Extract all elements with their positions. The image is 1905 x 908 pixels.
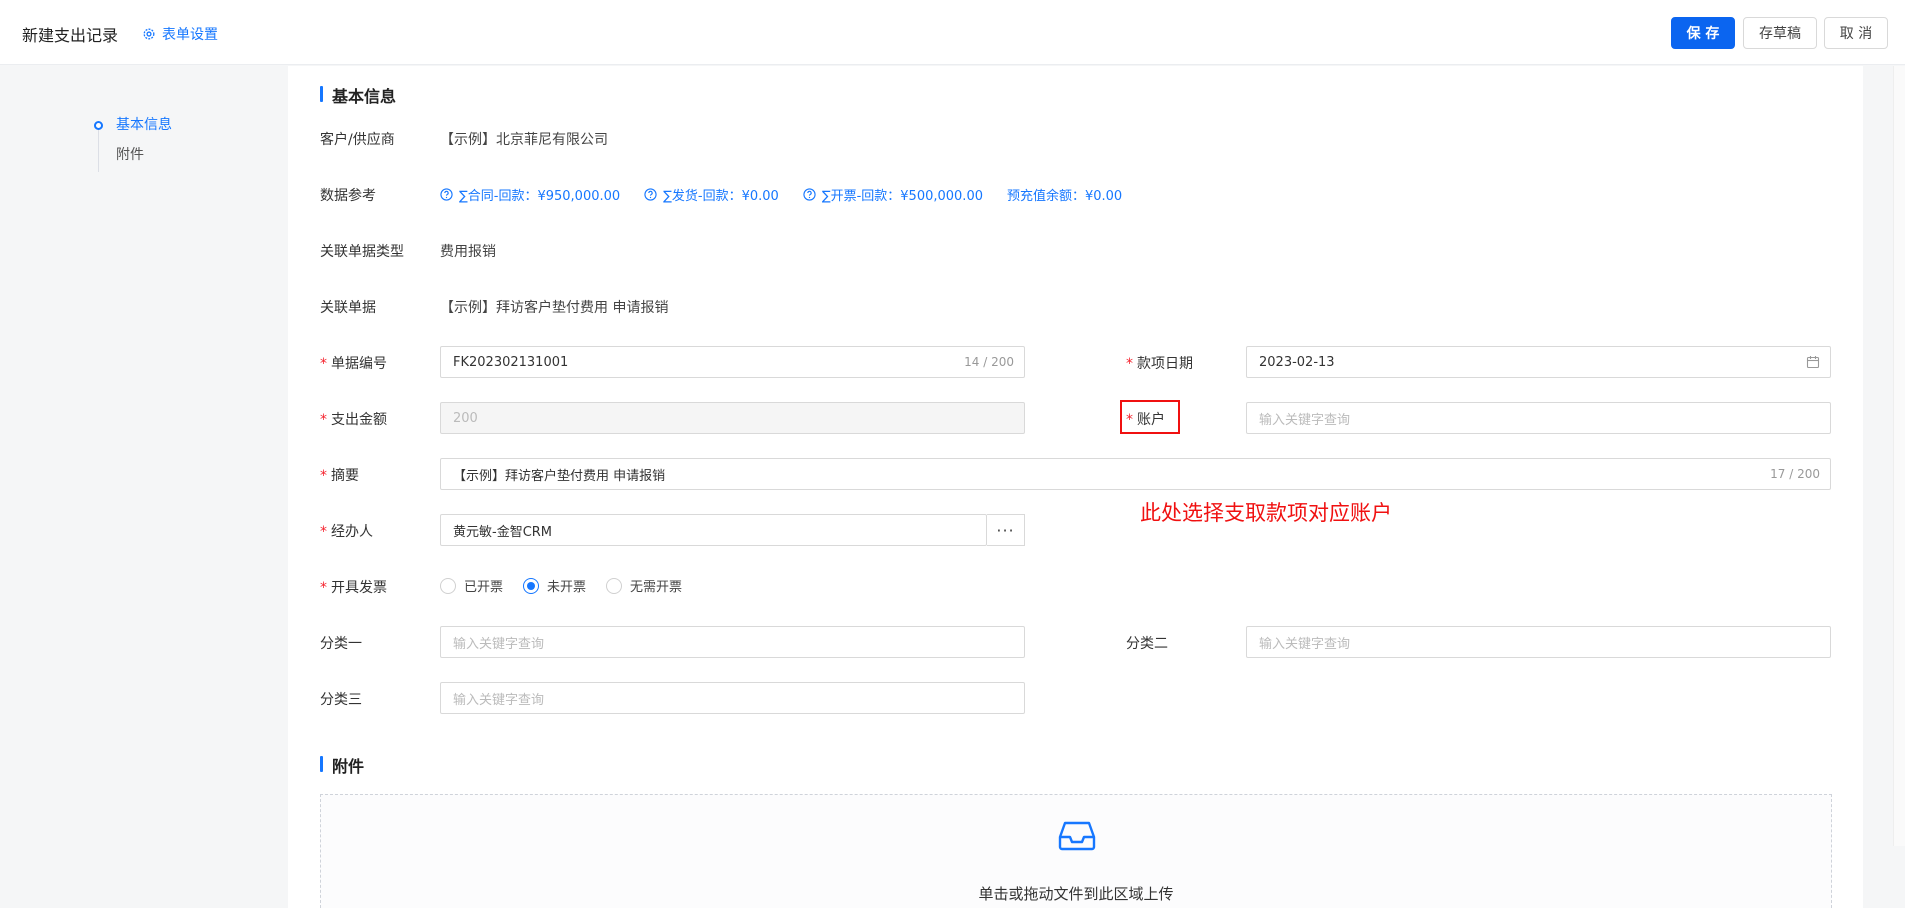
ref-link-text: ∑发货-回款：¥0.00 xyxy=(663,189,779,204)
summary-input[interactable]: 【示例】拜访客户垫付费用 申请报销 17 / 200 xyxy=(440,458,1831,490)
radio-circle-icon xyxy=(606,577,623,594)
account-highlight-box xyxy=(1120,400,1180,434)
radio-circle-icon xyxy=(440,577,456,594)
summary-label-text: 摘要 xyxy=(331,468,359,484)
section-title-basic: 基本信息 xyxy=(320,83,396,107)
category2-placeholder: 输入关键字查询 xyxy=(1259,636,1351,652)
nav-item-attachment[interactable]: 附件 xyxy=(96,145,172,175)
category1-label: 分类一 xyxy=(320,636,362,652)
char-count: 17 / 200 xyxy=(1770,467,1820,481)
invoice-label: * 开具发票 xyxy=(320,577,387,597)
related-doc-value: 【示例】拜访客户垫付费用 申请报销 xyxy=(440,300,669,316)
form-panel: 基本信息 客户/供应商 【示例】北京菲尼有限公司 数据参考 ∑合同-回款：¥95… xyxy=(288,66,1863,908)
data-ref-label: 数据参考 xyxy=(320,188,376,204)
cancel-button[interactable]: 取 消 xyxy=(1824,17,1888,49)
section-title-attachment: 附件 xyxy=(320,753,364,777)
handler-label: * 经办人 xyxy=(320,521,373,541)
date-label: * 款项日期 xyxy=(1126,353,1193,373)
form-settings-label: 表单设置 xyxy=(162,27,218,43)
category1-input[interactable]: 输入关键字查询 xyxy=(440,626,1025,658)
invoice-label-text: 开具发票 xyxy=(331,580,387,596)
handler-input[interactable]: 黄元敏-金智CRM xyxy=(440,514,987,546)
summary-label: * 摘要 xyxy=(320,465,359,485)
amount-input: 200 xyxy=(440,402,1025,434)
ref-link-text: ∑开票-回款：¥500,000.00 xyxy=(821,189,983,204)
save-draft-button[interactable]: 存草稿 xyxy=(1743,17,1817,49)
ref-link-text: 预充值余额：¥0.00 xyxy=(1006,189,1123,204)
inbox-icon xyxy=(1058,821,1096,851)
related-doc-label: 关联单据 xyxy=(320,300,376,316)
nav-item-label: 基本信息 xyxy=(116,117,172,133)
amount-label-text: 支出金额 xyxy=(331,412,387,428)
account-input[interactable]: 输入关键字查询 xyxy=(1246,402,1831,434)
category3-label: 分类三 xyxy=(320,692,362,708)
radio-invoiced[interactable]: 已开票 xyxy=(440,576,503,595)
doc-no-label-text: 单据编号 xyxy=(331,356,387,372)
calendar-icon xyxy=(1806,356,1820,369)
radio-checked-icon xyxy=(523,577,540,594)
data-ref-links: ∑合同-回款：¥950,000.00 ∑发货-回款：¥0.00 ∑开票-回款：¥… xyxy=(440,185,1122,204)
save-button[interactable]: 保 存 xyxy=(1671,17,1735,49)
radio-label: 无需开票 xyxy=(630,580,683,595)
anchor-nav: 基本信息 附件 xyxy=(94,115,172,175)
required-mark: * xyxy=(320,524,327,540)
amount-value: 200 xyxy=(453,410,478,426)
upload-dropzone[interactable]: 单击或拖动文件到此区域上传 xyxy=(320,794,1832,908)
page-header: 新建支出记录 表单设置 保 存 存草稿 取 消 xyxy=(0,0,1905,65)
radio-no-invoice-needed[interactable]: 无需开票 xyxy=(606,576,682,595)
active-dot-icon xyxy=(94,121,103,130)
ref-link-contract[interactable]: ∑合同-回款：¥950,000.00 xyxy=(440,185,620,204)
amount-label: * 支出金额 xyxy=(320,409,387,429)
category3-input[interactable]: 输入关键字查询 xyxy=(440,682,1025,714)
related-type-value: 费用报销 xyxy=(440,244,496,260)
category3-placeholder: 输入关键字查询 xyxy=(453,692,545,708)
gear-icon xyxy=(143,28,155,40)
required-mark: * xyxy=(1126,356,1133,372)
date-value: 2023-02-13 xyxy=(1259,354,1335,370)
char-count: 14 / 200 xyxy=(964,355,1014,369)
radio-label: 未开票 xyxy=(547,580,587,595)
radio-label: 已开票 xyxy=(464,580,504,595)
doc-no-input[interactable]: FK202302131001 14 / 200 xyxy=(440,346,1025,378)
doc-no-label: * 单据编号 xyxy=(320,353,387,373)
required-mark: * xyxy=(320,580,327,596)
nav-item-label: 附件 xyxy=(116,147,144,163)
customer-label: 客户/供应商 xyxy=(320,132,395,148)
help-circle-icon xyxy=(803,188,816,201)
date-label-text: 款项日期 xyxy=(1137,356,1193,372)
handler-label-text: 经办人 xyxy=(331,524,373,540)
radio-not-invoiced[interactable]: 未开票 xyxy=(523,576,586,595)
account-placeholder: 输入关键字查询 xyxy=(1259,412,1351,428)
category2-input[interactable]: 输入关键字查询 xyxy=(1246,626,1831,658)
scrollbar[interactable] xyxy=(1893,66,1905,846)
invoice-radio-group: 已开票 未开票 无需开票 xyxy=(440,576,682,595)
annotation-text: 此处选择支取款项对应账户 xyxy=(1140,501,1392,525)
help-circle-icon xyxy=(644,188,657,201)
ref-link-delivery[interactable]: ∑发货-回款：¥0.00 xyxy=(644,185,779,204)
required-mark: * xyxy=(320,412,327,428)
related-type-label: 关联单据类型 xyxy=(320,244,404,260)
summary-value: 【示例】拜访客户垫付费用 申请报销 xyxy=(453,468,666,484)
form-settings-link[interactable]: 表单设置 xyxy=(142,24,218,44)
handler-more-button[interactable]: ··· xyxy=(987,514,1025,546)
help-circle-icon xyxy=(440,188,453,201)
handler-value: 黄元敏-金智CRM xyxy=(453,524,553,540)
nav-item-basic-info[interactable]: 基本信息 xyxy=(94,115,172,145)
page-title: 新建支出记录 xyxy=(22,26,119,45)
category2-label: 分类二 xyxy=(1126,636,1168,652)
ref-link-text: ∑合同-回款：¥950,000.00 xyxy=(459,189,621,204)
upload-text: 单击或拖动文件到此区域上传 xyxy=(978,885,1174,903)
doc-no-value: FK202302131001 xyxy=(453,354,569,370)
date-picker[interactable]: 2023-02-13 xyxy=(1246,346,1831,378)
required-mark: * xyxy=(320,468,327,484)
required-mark: * xyxy=(320,356,327,372)
ref-link-prepaid[interactable]: 预充值余额：¥0.00 xyxy=(1007,185,1122,204)
ref-link-invoice[interactable]: ∑开票-回款：¥500,000.00 xyxy=(803,185,983,204)
category1-placeholder: 输入关键字查询 xyxy=(453,636,545,652)
customer-value: 【示例】北京菲尼有限公司 xyxy=(440,132,608,148)
